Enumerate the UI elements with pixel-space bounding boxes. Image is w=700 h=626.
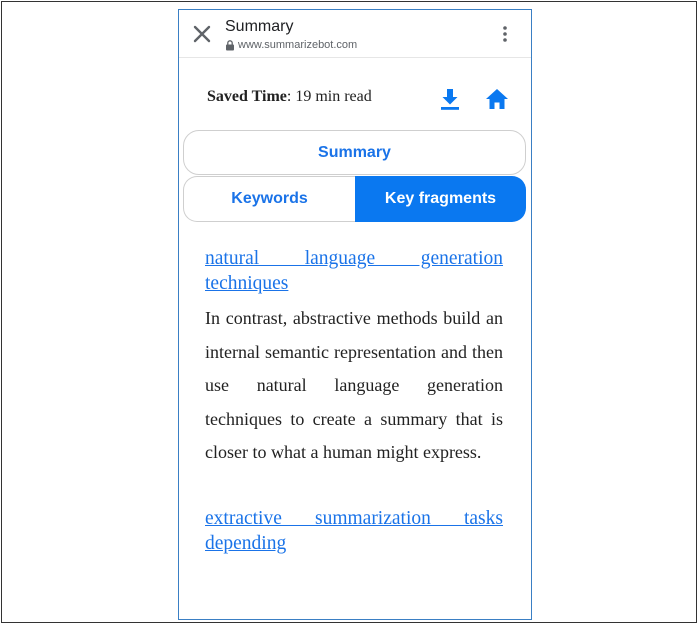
fragments-content: natural language generation techniques I… xyxy=(205,246,503,556)
close-icon[interactable] xyxy=(190,22,214,46)
saved-time-value: : 19 min read xyxy=(286,88,372,105)
saved-time-label: Saved Time xyxy=(207,88,287,105)
fragment-spacer xyxy=(205,470,503,506)
saved-time: Saved Time: 19 min read xyxy=(207,88,372,106)
url-row: www.summarizebot.com xyxy=(225,38,357,52)
tab-keywords[interactable]: Keywords xyxy=(183,176,355,222)
fragment-title-link[interactable]: natural language generation techniques xyxy=(205,246,503,296)
page-title: Summary xyxy=(225,18,294,35)
home-icon[interactable] xyxy=(484,86,510,112)
fragment-text: In contrast, abstractive methods build a… xyxy=(205,308,503,463)
fragment-title-link[interactable]: extractive summarization tasks depending xyxy=(205,506,503,556)
tab-key-fragments[interactable]: Key fragments xyxy=(355,176,526,222)
tab-summary[interactable]: Summary xyxy=(183,130,526,175)
download-icon[interactable] xyxy=(437,86,463,112)
browser-bar: Summary www.summarizebot.com xyxy=(179,10,531,58)
tab-row: Keywords Key fragments xyxy=(183,176,526,222)
lock-icon xyxy=(226,39,234,50)
url-text: www.summarizebot.com xyxy=(238,39,358,51)
more-vert-icon[interactable] xyxy=(495,22,515,46)
phone-screen: Summary www.summarizebot.com Saved Time:… xyxy=(178,9,532,620)
